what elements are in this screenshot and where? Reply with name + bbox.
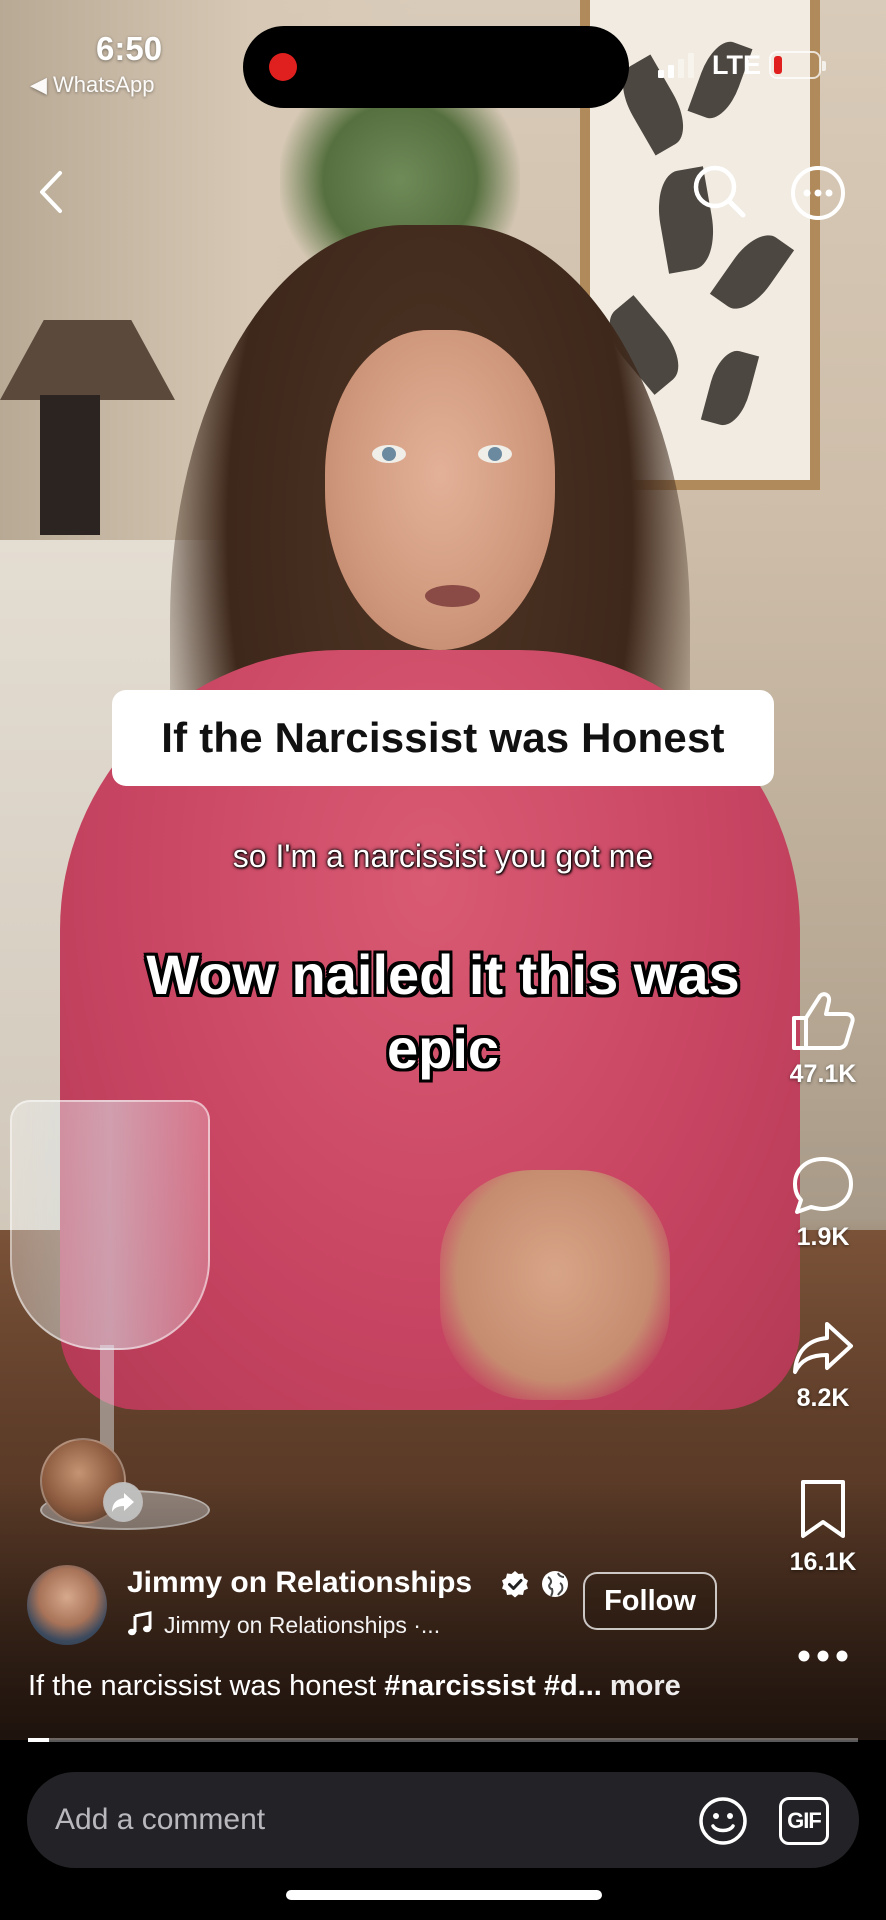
person-hands bbox=[440, 1170, 670, 1400]
video-description[interactable]: If the narcissist was honest #narcissist… bbox=[28, 1670, 681, 1703]
comment-sticker-text: Wow nailed it this was epic bbox=[146, 943, 740, 1080]
hashtag-link[interactable]: #d... bbox=[536, 1670, 602, 1702]
emoji-icon[interactable] bbox=[697, 1795, 749, 1847]
comment-input[interactable] bbox=[55, 1798, 655, 1842]
verified-badge-icon bbox=[502, 1571, 528, 1598]
bookmark-icon bbox=[801, 1480, 845, 1538]
music-note-icon bbox=[128, 1611, 152, 1636]
battery-icon bbox=[769, 51, 826, 79]
description-text: If the narcissist was honest bbox=[28, 1670, 385, 1702]
audio-track-name[interactable]: Jimmy on Relationships ·... bbox=[164, 1612, 440, 1639]
more-options-icon[interactable] bbox=[790, 165, 846, 221]
comment-count: 1.9K bbox=[796, 1223, 850, 1251]
person-eye bbox=[372, 445, 406, 463]
wine-glass bbox=[10, 1100, 210, 1350]
save-button[interactable]: 16.1K bbox=[780, 1478, 866, 1577]
status-time: 6:50 bbox=[96, 30, 163, 67]
person-eye bbox=[478, 445, 512, 463]
share-arrow-icon bbox=[793, 1322, 853, 1374]
person-mouth bbox=[425, 585, 480, 607]
lamp-base bbox=[40, 395, 100, 535]
share-count: 8.2K bbox=[796, 1384, 850, 1412]
comment-field[interactable]: GIF bbox=[27, 1772, 859, 1868]
thumbs-up-icon bbox=[792, 992, 855, 1050]
back-chevron-icon[interactable] bbox=[30, 165, 74, 219]
network-type: LTE bbox=[712, 50, 761, 80]
comment-bubble-icon bbox=[793, 1157, 853, 1214]
video-caption: so I'm a narcissist you got me bbox=[232, 838, 654, 874]
signal-strength-icon bbox=[658, 52, 694, 78]
search-icon[interactable] bbox=[690, 162, 748, 220]
gif-button[interactable]: GIF bbox=[779, 1797, 829, 1845]
like-button[interactable]: 47.1K bbox=[780, 990, 866, 1089]
remix-share-icon bbox=[103, 1482, 143, 1522]
follow-button[interactable]: Follow bbox=[583, 1572, 717, 1630]
back-to-app-link[interactable]: ◀ WhatsApp bbox=[30, 72, 155, 98]
video-title-overlay: If the Narcissist was Honest bbox=[112, 690, 774, 786]
recording-indicator-icon bbox=[269, 53, 297, 81]
more-link[interactable]: more bbox=[602, 1670, 681, 1702]
share-button[interactable]: 8.2K bbox=[780, 1318, 866, 1413]
comments-button[interactable]: 1.9K bbox=[780, 1155, 866, 1252]
globe-icon bbox=[542, 1571, 568, 1597]
like-count: 47.1K bbox=[789, 1060, 857, 1088]
author-name[interactable]: Jimmy on Relationships bbox=[127, 1566, 472, 1600]
save-count: 16.1K bbox=[789, 1548, 857, 1576]
dynamic-island bbox=[243, 26, 629, 108]
author-avatar[interactable] bbox=[27, 1565, 107, 1645]
home-indicator bbox=[286, 1890, 602, 1900]
more-horizontal-icon[interactable] bbox=[797, 1648, 849, 1664]
hashtag-link[interactable]: #narcissist bbox=[384, 1670, 536, 1702]
